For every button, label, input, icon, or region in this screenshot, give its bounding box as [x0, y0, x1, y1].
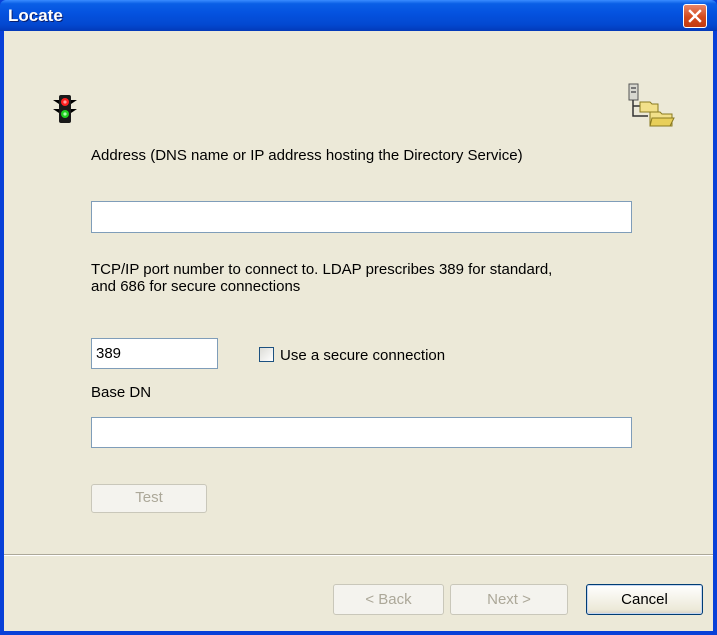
secure-connection-label[interactable]: Use a secure connection	[280, 347, 445, 364]
secure-connection-checkbox[interactable]	[259, 347, 274, 362]
next-button[interactable]: Next >	[450, 584, 568, 615]
port-input[interactable]	[91, 338, 218, 369]
port-label: TCP/IP port number to connect to. LDAP p…	[91, 261, 553, 295]
traffic-light-icon	[53, 95, 77, 123]
address-input[interactable]	[91, 201, 632, 233]
base-dn-label: Base DN	[91, 384, 152, 401]
back-button[interactable]: < Back	[333, 584, 444, 615]
window-title: Locate	[8, 6, 63, 25]
directory-tree-icon	[628, 83, 675, 127]
button-separator	[4, 554, 713, 556]
title-bar[interactable]: Locate	[0, 0, 717, 31]
address-label: Address (DNS name or IP address hosting …	[91, 147, 523, 164]
dialog-body: Address (DNS name or IP address hosting …	[4, 31, 713, 631]
locate-dialog: Locate Address (DNS name or IP address h…	[0, 0, 717, 635]
cancel-button[interactable]: Cancel	[586, 584, 703, 615]
close-icon	[688, 9, 702, 23]
test-button[interactable]: Test	[91, 484, 207, 513]
base-dn-input[interactable]	[91, 417, 632, 448]
close-button[interactable]	[683, 4, 707, 28]
